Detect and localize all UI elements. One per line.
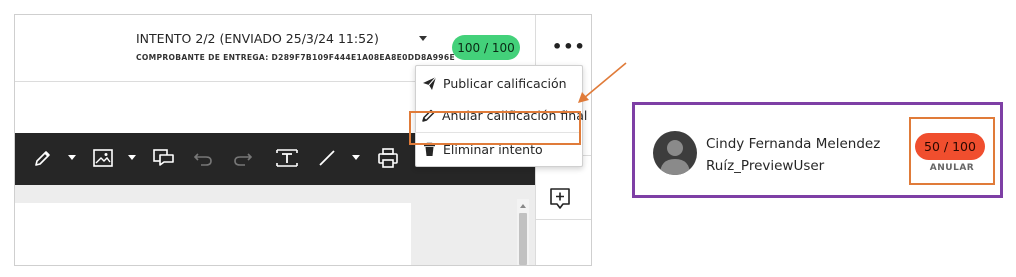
divider: [535, 219, 591, 220]
scrollbar-thumb[interactable]: [519, 213, 527, 265]
paper-plane-icon: [421, 75, 437, 91]
chevron-down-icon[interactable]: [351, 143, 361, 173]
add-comment-icon[interactable]: [549, 187, 571, 215]
comment-icon[interactable]: [151, 143, 177, 173]
grade-pill[interactable]: 100 / 100: [452, 35, 520, 60]
chevron-down-icon[interactable]: [67, 143, 77, 173]
image-icon[interactable]: [91, 143, 115, 173]
scroll-up-icon[interactable]: [520, 204, 526, 208]
more-options-icon[interactable]: •••: [552, 39, 586, 55]
menu-item-publish-grade[interactable]: Publicar calificación: [415, 67, 581, 99]
highlight-box: [409, 111, 581, 145]
submission-receipt: COMPROBANTE DE ENTREGA: D289F7B109F444E1…: [136, 53, 455, 62]
line-icon[interactable]: [315, 143, 339, 173]
avatar: [653, 131, 697, 175]
print-icon[interactable]: [375, 143, 401, 173]
callout-arrow: [578, 62, 627, 103]
text-box-icon[interactable]: [273, 143, 301, 173]
attempt-selector[interactable]: INTENTO 2/2 (ENVIADO 25/3/24 11:52): [136, 31, 379, 46]
grading-panel: INTENTO 2/2 (ENVIADO 25/3/24 11:52) COMP…: [14, 14, 592, 266]
override-label: ANULAR: [929, 163, 975, 173]
student-name: Cindy Fernanda Melendez Ruíz_PreviewUser: [706, 136, 881, 174]
redo-icon[interactable]: [231, 143, 255, 173]
menu-item-label: Publicar calificación: [443, 75, 567, 91]
caret-down-icon[interactable]: [419, 36, 427, 41]
pencil-icon[interactable]: [31, 143, 55, 173]
document-page: [15, 203, 411, 265]
grade-pill[interactable]: 50 / 100: [915, 133, 985, 160]
undo-icon[interactable]: [191, 143, 215, 173]
chevron-down-icon[interactable]: [127, 143, 137, 173]
